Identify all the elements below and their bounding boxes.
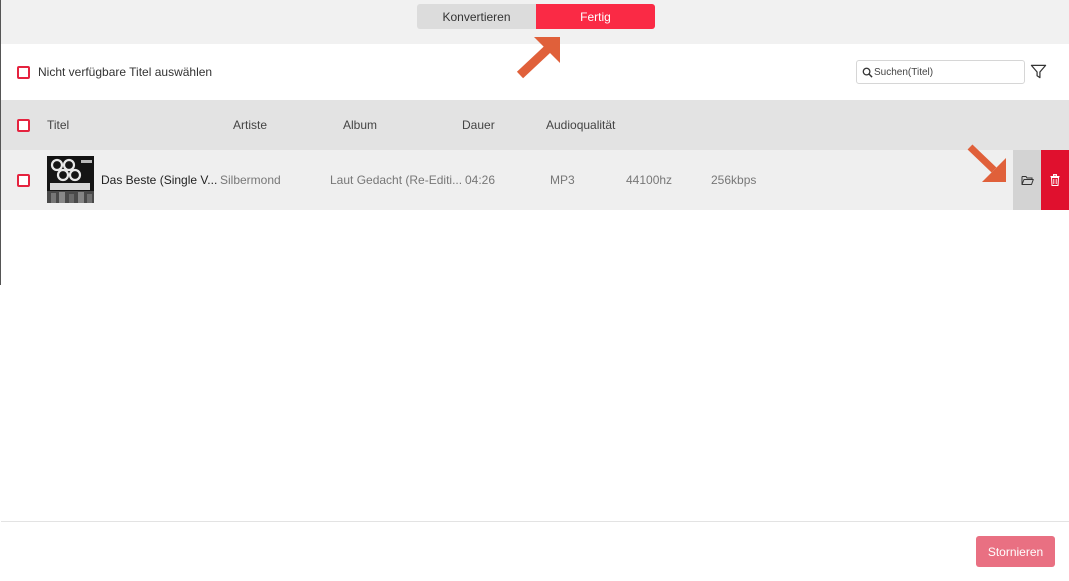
column-header-artist[interactable]: Artiste	[233, 118, 267, 132]
table-row[interactable]: Das Beste (Single V... Silbermond Laut G…	[1, 150, 1069, 210]
delete-button[interactable]	[1041, 150, 1069, 210]
column-header-title[interactable]: Titel	[47, 118, 69, 132]
column-header-audio-quality[interactable]: Audioqualität	[546, 118, 615, 132]
track-duration: 04:26	[465, 173, 496, 187]
folder-open-icon	[1021, 175, 1034, 185]
column-header-album[interactable]: Album	[343, 118, 377, 132]
select-all-checkbox[interactable]	[17, 119, 30, 132]
track-format: MP3	[550, 173, 575, 187]
select-unavailable-checkbox[interactable]	[17, 66, 30, 79]
track-sample-rate: 44100hz	[626, 173, 673, 187]
filter-icon[interactable]	[1030, 63, 1047, 80]
track-album: Laut Gedacht (Re-Editi...	[330, 173, 463, 187]
column-header-duration[interactable]: Dauer	[462, 118, 495, 132]
annotation-arrow-down-right-icon	[967, 144, 1006, 182]
open-folder-button[interactable]	[1013, 150, 1041, 210]
annotation-arrow-up-right-icon	[516, 37, 560, 79]
tab-konvertieren[interactable]: Konvertieren	[417, 4, 536, 29]
select-unavailable-label: Nicht verfügbare Titel auswählen	[38, 65, 213, 79]
track-artist: Silbermond	[220, 173, 281, 187]
album-cover	[47, 156, 94, 203]
trash-icon	[1050, 174, 1060, 186]
footer-divider	[1, 521, 1069, 522]
track-bitrate: 256kbps	[711, 173, 757, 187]
tab-fertig[interactable]: Fertig	[536, 4, 655, 29]
cancel-button[interactable]: Stornieren	[976, 536, 1055, 567]
segmented-tabs: Konvertieren Fertig	[417, 4, 655, 29]
search-box[interactable]	[856, 60, 1025, 84]
search-input[interactable]	[874, 63, 1022, 81]
row-checkbox[interactable]	[17, 174, 30, 187]
search-icon	[862, 67, 873, 78]
track-title: Das Beste (Single V...	[101, 173, 218, 187]
table-header: Titel Artiste Album Dauer Audioqualität	[1, 100, 1069, 150]
